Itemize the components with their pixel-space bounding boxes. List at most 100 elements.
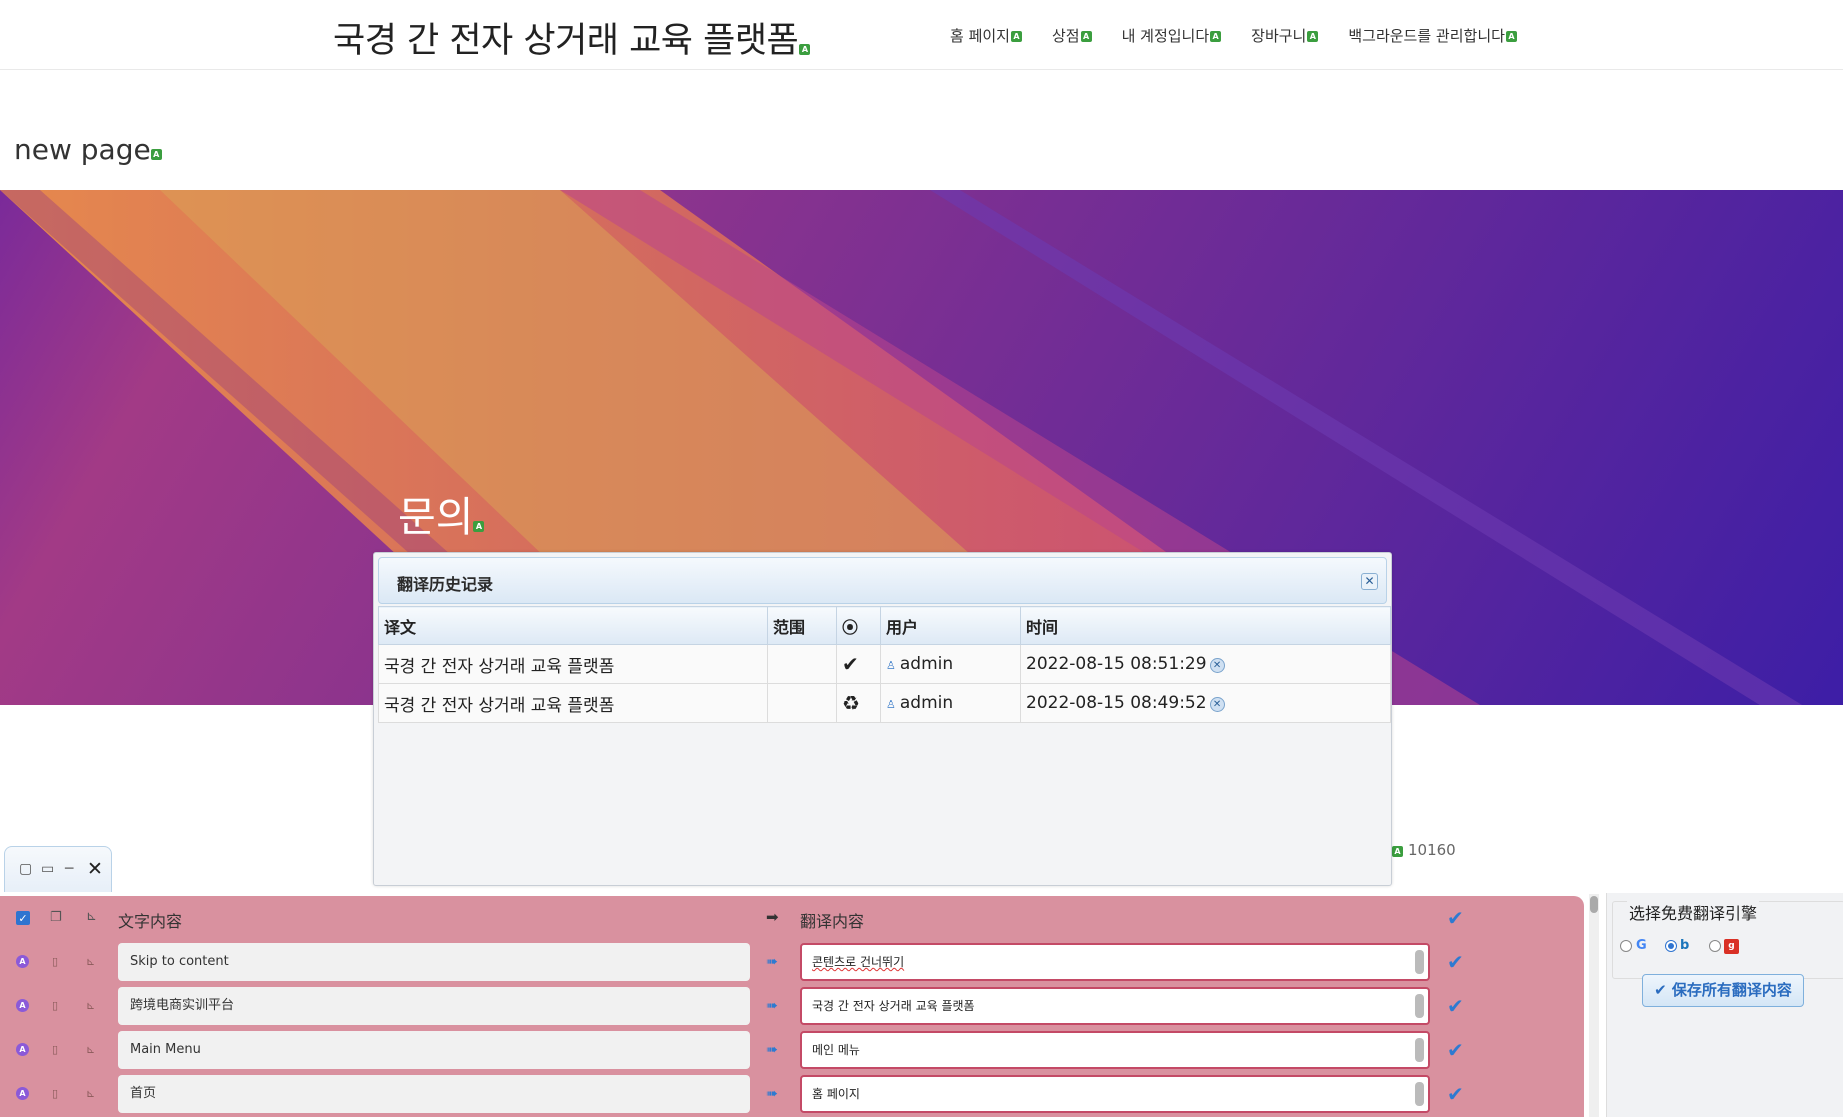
site-header: 국경 간 전자 상거래 교육 플랫폼 A 홈 페이지 A 상점 A 내 계정입니다 A … xyxy=(0,0,1843,70)
nav-label[interactable]: 백그라운드를 관리합니다 xyxy=(1348,27,1505,45)
source-text[interactable]: Main Menu xyxy=(118,1031,750,1069)
site-title[interactable]: 국경 간 전자 상거래 교육 플랫폼 A xyxy=(333,12,811,63)
source-text[interactable]: 跨境电商实训平台 xyxy=(118,987,750,1025)
translate-badge-icon[interactable]: A xyxy=(16,999,29,1012)
engine-google-radio[interactable] xyxy=(1620,940,1632,952)
nav-item-account[interactable]: 내 계정입니다 A xyxy=(1122,25,1222,46)
confirm-icon[interactable]: ✔ xyxy=(1447,950,1464,974)
nav-label[interactable]: 장바구니 xyxy=(1251,27,1306,45)
engine-other-icon: g xyxy=(1724,939,1739,954)
cell-user-name: admin xyxy=(899,693,954,713)
scrollbar-thumb[interactable] xyxy=(1590,896,1598,913)
copy-icon[interactable]: ▯ xyxy=(52,1043,58,1056)
target-text[interactable]: 메인 메뉴 xyxy=(812,1043,860,1057)
engine-bing-radio[interactable] xyxy=(1665,940,1677,952)
confirm-icon[interactable]: ✔ xyxy=(1447,1082,1464,1106)
maximize-icon[interactable]: ▭ xyxy=(41,861,54,877)
dialog-titlebar[interactable]: 翻译历史记录 ✕ xyxy=(378,557,1387,604)
source-text[interactable]: Skip to content xyxy=(118,943,750,981)
col-status[interactable]: ⦿ xyxy=(836,606,881,645)
history-table: 译文 范围 ⦿ 用户 时间 국경 간 전자 상거래 교육 플랫폼 ✔ ♙ admi… xyxy=(378,606,1391,723)
confirm-icon[interactable]: ✔ xyxy=(1447,994,1464,1018)
scrollbar[interactable] xyxy=(1415,950,1424,974)
translate-badge[interactable]: A xyxy=(1505,31,1517,42)
cell-scope xyxy=(767,644,837,684)
translate-badge-icon[interactable]: A xyxy=(16,955,29,968)
confirm-all-icon[interactable]: ✔ xyxy=(1447,906,1464,930)
arrow-right-icon[interactable]: ➠ xyxy=(766,998,778,1014)
cell-user: ♙ admin xyxy=(880,644,1021,684)
panel-scrollbar[interactable] xyxy=(1589,894,1599,1117)
paste-icon[interactable]: ⊾ xyxy=(86,1087,95,1100)
save-all-translations-button[interactable]: ✔ 保存所有翻译内容 xyxy=(1642,974,1804,1007)
translate-badge[interactable]: A xyxy=(1392,846,1403,857)
nav-item-shop[interactable]: 상점 A xyxy=(1052,25,1092,46)
nav-label[interactable]: 상점 xyxy=(1052,27,1080,45)
col-time[interactable]: 时间 xyxy=(1020,606,1391,645)
target-input[interactable]: 메인 메뉴 xyxy=(800,1031,1430,1069)
target-text[interactable]: 콘텐츠로 건너뛰기 xyxy=(812,955,904,969)
scrollbar[interactable] xyxy=(1415,994,1424,1018)
target-text[interactable]: 국경 간 전자 상거래 교육 플랫폼 xyxy=(812,999,975,1013)
translate-badge[interactable]: A xyxy=(150,149,162,160)
translate-badge[interactable]: A xyxy=(473,521,485,532)
nav-item-cart[interactable]: 장바구니 A xyxy=(1251,25,1319,46)
footer-number: A 10160 xyxy=(1392,841,1456,859)
cell-scope xyxy=(767,683,837,723)
translate-badge-icon[interactable]: A xyxy=(16,1087,29,1100)
confirm-icon[interactable]: ✔ xyxy=(1447,1038,1464,1062)
arrow-right-icon[interactable]: ➠ xyxy=(766,1086,778,1102)
nav-label[interactable]: 내 계정입니다 xyxy=(1122,27,1210,45)
nav-label[interactable]: 홈 페이지 xyxy=(950,27,1010,45)
panel-window-controls: ▢ ▭ ─ ✕ xyxy=(4,846,112,892)
site-title-text[interactable]: 국경 간 전자 상거래 교육 플랫폼 xyxy=(333,21,799,61)
paste-icon[interactable]: ⊾ xyxy=(86,955,95,968)
col-user[interactable]: 用户 xyxy=(880,606,1021,645)
target-input[interactable]: 국경 간 전자 상거래 교육 플랫폼 xyxy=(800,987,1430,1025)
paste-icon[interactable]: ⊾ xyxy=(86,1043,95,1056)
google-icon: G xyxy=(1636,938,1647,953)
arrow-right-icon[interactable]: ➠ xyxy=(766,954,778,970)
target-header: 翻译内容 xyxy=(800,912,865,931)
arrow-right-icon[interactable]: ➡ xyxy=(766,908,779,926)
target-input[interactable]: 홈 페이지 xyxy=(800,1075,1430,1113)
close-icon[interactable]: ✕ xyxy=(1361,573,1378,590)
select-all-checkbox[interactable]: ✓ xyxy=(16,911,30,925)
nav-item-home[interactable]: 홈 페이지 A xyxy=(950,25,1022,46)
hero-title-text: 문의 xyxy=(398,493,474,541)
translate-badge[interactable]: A xyxy=(799,44,811,55)
panel-header: ✓ ❐ ⊾ 文字内容 ➡ 翻译内容 ✔ xyxy=(0,896,1584,940)
paste-icon[interactable]: ⊾ xyxy=(86,999,95,1012)
paste-icon[interactable]: ⊾ xyxy=(86,909,97,924)
delete-icon[interactable]: ✕ xyxy=(1209,658,1225,673)
scrollbar[interactable] xyxy=(1415,1038,1424,1062)
translate-badge[interactable]: A xyxy=(1210,31,1222,42)
user-icon: ♙ xyxy=(886,659,896,672)
translate-badge[interactable]: A xyxy=(1080,31,1092,42)
restore-icon[interactable]: ▢ xyxy=(19,861,32,877)
copy-icon[interactable]: ❐ xyxy=(50,910,62,925)
target-text[interactable]: 홈 페이지 xyxy=(812,1087,860,1101)
target-input[interactable]: 콘텐츠로 건너뛰기 xyxy=(800,943,1430,981)
translate-badge[interactable]: A xyxy=(1307,31,1319,42)
table-row[interactable]: 국경 간 전자 상거래 교육 플랫폼 ✔ ♙ admin 2022-08-15 0… xyxy=(378,644,1391,684)
copy-icon[interactable]: ▯ xyxy=(52,1087,58,1100)
copy-icon[interactable]: ▯ xyxy=(52,999,58,1012)
nav-item-admin[interactable]: 백그라운드를 관리합니다 A xyxy=(1348,25,1517,46)
col-scope[interactable]: 范围 xyxy=(767,606,837,645)
delete-icon[interactable]: ✕ xyxy=(1209,697,1225,712)
table-row[interactable]: 국경 간 전자 상거래 교육 플랫폼 ♻ ♙ admin 2022-08-15 0… xyxy=(378,683,1391,723)
scrollbar[interactable] xyxy=(1415,1082,1424,1106)
engine-other-radio[interactable] xyxy=(1709,940,1721,952)
engine-legend: 选择免费翻译引擎 xyxy=(1627,900,1760,924)
minimize-icon[interactable]: ─ xyxy=(65,861,73,877)
translate-badge-icon[interactable]: A xyxy=(16,1043,29,1056)
arrow-right-icon[interactable]: ➠ xyxy=(766,1042,778,1058)
list-item: A ▯ ⊾ Main Menu ➠ 메인 메뉴 ✔ xyxy=(0,1028,1584,1072)
translate-badge[interactable]: A xyxy=(1010,31,1022,42)
dialog-title: 翻译历史记录 xyxy=(397,575,494,594)
source-text[interactable]: 首页 xyxy=(118,1075,750,1113)
close-icon[interactable]: ✕ xyxy=(87,858,103,880)
copy-icon[interactable]: ▯ xyxy=(52,955,58,968)
col-translation[interactable]: 译文 xyxy=(378,606,768,645)
